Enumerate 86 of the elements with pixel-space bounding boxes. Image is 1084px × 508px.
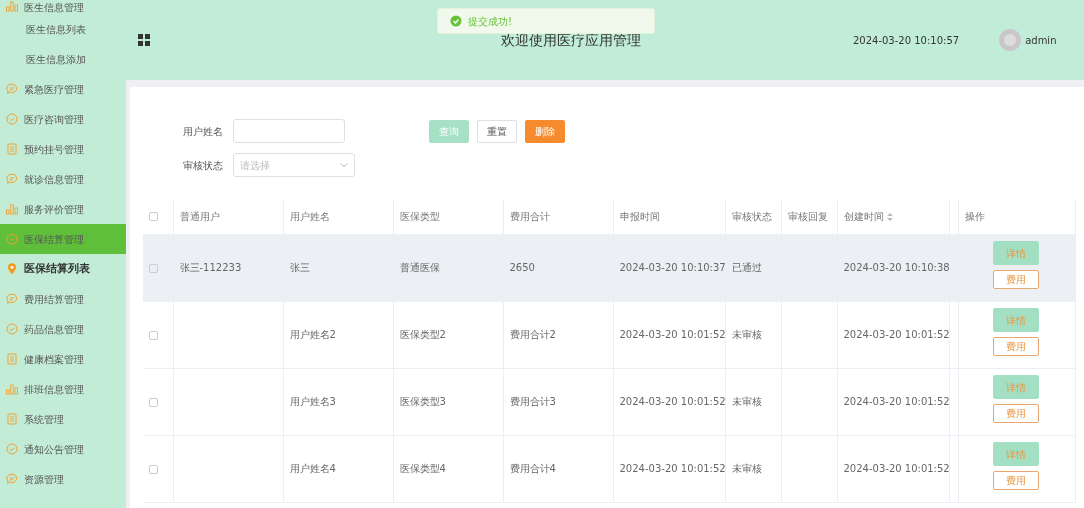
table-cell: 费用合计3 xyxy=(509,396,556,407)
column-header: 审核回复 xyxy=(787,210,828,222)
sidebar-item[interactable]: 系统管理 xyxy=(0,404,126,434)
table-cell: 普通医保 xyxy=(399,262,440,273)
reset-button[interactable]: 重置 xyxy=(477,119,517,143)
sidebar-item[interactable]: 排班信息管理 xyxy=(0,374,126,404)
sidebar-item[interactable]: 预约挂号管理 xyxy=(0,134,126,164)
table-cell: 未审核 xyxy=(731,329,762,340)
column-header: 普通用户 xyxy=(179,210,220,222)
chat-bubble-icon xyxy=(6,293,18,305)
table-cell: 2024-03-20 10:01:52 xyxy=(843,463,948,474)
sidebar-item[interactable]: 服务评价管理 xyxy=(0,194,126,224)
checkbox[interactable] xyxy=(149,464,158,474)
table-cell: 2650 xyxy=(509,262,535,273)
table-cell: 2024-03-20 10:01:52 xyxy=(619,463,724,474)
table-cell: 未审核 xyxy=(731,463,762,474)
table-cell: 2024-03-20 10:01:52 xyxy=(843,396,948,407)
table-cell: 张三 xyxy=(289,262,310,273)
chat-bubble-icon xyxy=(6,473,18,485)
chat-bubble-icon xyxy=(6,83,18,95)
sidebar-item[interactable]: 医生信息管理 xyxy=(0,0,126,14)
datetime: 2024-03-20 10:10:57 xyxy=(852,33,960,48)
grid-icon[interactable] xyxy=(138,34,150,46)
sidebar-item[interactable]: 紧急医疗管理 xyxy=(0,74,126,104)
bar-chart-icon xyxy=(6,203,18,215)
column-header: 创建时间 xyxy=(843,210,884,222)
table-cell: 医保类型3 xyxy=(399,396,446,407)
sidebar-item[interactable]: 费用结算管理 xyxy=(0,284,126,314)
bar-chart-icon xyxy=(6,0,18,12)
table-cell: 2024-03-20 10:01:52 xyxy=(619,329,724,340)
sidebar-item[interactable]: 医生信息添加 xyxy=(0,44,126,74)
username[interactable]: admin xyxy=(1025,32,1057,48)
table-cell: 2024-03-20 10:01:52 xyxy=(843,329,948,340)
column-header: 用户姓名 xyxy=(289,210,330,222)
bar-chart-icon xyxy=(6,383,18,395)
page-title: 欢迎使用医疗应用管理 xyxy=(500,30,642,50)
sort-icon[interactable] xyxy=(886,212,893,221)
table-cell: 费用合计4 xyxy=(509,463,556,474)
document-icon xyxy=(6,413,18,425)
column-header: 申报时间 xyxy=(619,210,660,222)
table-cell: 未审核 xyxy=(731,396,762,407)
checkbox[interactable] xyxy=(149,263,158,273)
sidebar-item[interactable]: 就诊信息管理 xyxy=(0,164,126,194)
table-cell: 2024-03-20 10:10:37 xyxy=(619,262,724,273)
check-icon xyxy=(450,15,462,27)
check-circle-icon xyxy=(6,113,18,125)
chat-bubble-icon xyxy=(6,173,18,185)
sidebar-item[interactable]: 通知公告管理 xyxy=(0,434,126,464)
table-row[interactable]: 用户姓名3 医保类型3 费用合计3 2024-03-20 10:01:52 未审核 2024-03-20 10:01:52 详情 费用 xyxy=(143,368,1075,435)
column-header: 操作 xyxy=(964,210,985,222)
table-row[interactable]: 用户姓名4 医保类型4 费用合计4 2024-03-20 10:01:52 未审核 2024-03-20 10:01:52 详情 费用 xyxy=(143,435,1075,502)
sidebar-item[interactable]: 医生信息列表 xyxy=(0,14,126,44)
check-circle-icon xyxy=(6,323,18,335)
table-cell: 用户姓名3 xyxy=(289,396,336,407)
table-cell: 医保类型2 xyxy=(399,329,446,340)
toast-message: 提交成功! xyxy=(468,14,512,29)
input-field[interactable] xyxy=(233,119,345,143)
field-label: 用户姓名 xyxy=(183,124,224,139)
column-header: 费用合计 xyxy=(509,210,550,222)
checkbox[interactable] xyxy=(149,330,158,340)
chevron-down-icon xyxy=(340,162,348,168)
column-header: 医保类型 xyxy=(399,210,440,222)
field-label: 审核状态 xyxy=(183,158,224,173)
sidebar-item[interactable]: 药品信息管理 xyxy=(0,314,126,344)
check-circle-icon xyxy=(6,443,18,455)
sidebar-item[interactable]: 健康档案管理 xyxy=(0,344,126,374)
sidebar-item[interactable]: 资源管理 xyxy=(0,464,126,494)
document-icon xyxy=(6,143,18,155)
document-icon xyxy=(6,353,18,365)
table-cell: 医保类型4 xyxy=(399,463,446,474)
table-cell: 用户姓名2 xyxy=(289,329,336,340)
avatar-icon[interactable] xyxy=(999,29,1022,51)
check-circle-icon xyxy=(6,233,18,245)
table-row[interactable]: 用户姓名2 医保类型2 费用合计2 2024-03-20 10:01:52 未审核 2024-03-20 10:01:52 详情 费用 xyxy=(143,301,1075,368)
sidebar-item[interactable]: 医保结算列表 xyxy=(0,254,126,284)
table-cell: 用户姓名4 xyxy=(289,463,336,474)
table-cell: 2024-03-20 10:01:52 xyxy=(619,396,724,407)
sidebar-item[interactable]: 医疗咨询管理 xyxy=(0,104,126,134)
location-pin-icon xyxy=(6,263,18,275)
table-cell: 张三-112233 xyxy=(179,262,242,273)
sidebar-item[interactable]: 医保结算管理 xyxy=(0,224,126,254)
column-header: 审核状态 xyxy=(731,210,772,222)
table-cell: 费用合计2 xyxy=(509,329,556,340)
checkbox[interactable] xyxy=(149,212,158,222)
table-cell: 已通过 xyxy=(731,262,762,273)
checkbox[interactable] xyxy=(149,397,158,407)
